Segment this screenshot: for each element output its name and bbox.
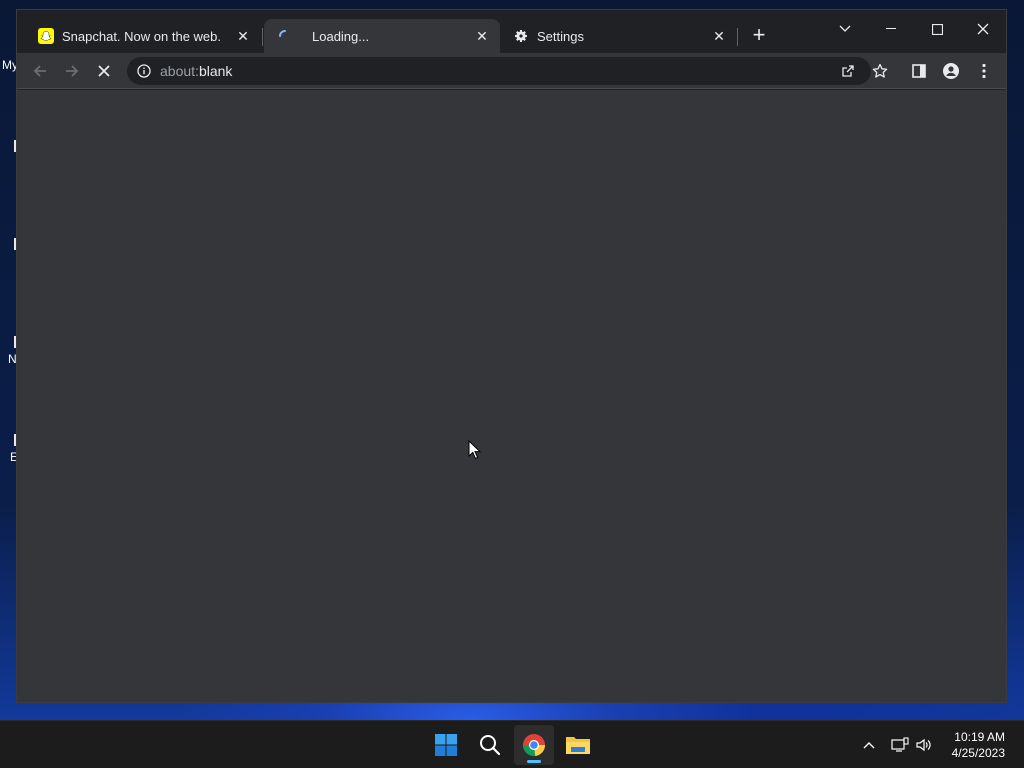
gear-icon xyxy=(513,28,529,44)
toolbar-divider xyxy=(17,88,1006,89)
url-scheme: about: xyxy=(160,63,199,79)
tab-settings[interactable]: Settings ✕ xyxy=(501,19,737,53)
arrow-left-icon xyxy=(33,65,46,77)
loading-spinner-icon xyxy=(277,28,293,44)
chrome-icon xyxy=(523,734,546,757)
start-button[interactable] xyxy=(426,725,466,765)
chrome-taskbar-button[interactable] xyxy=(514,725,554,765)
tab-title: Loading... xyxy=(312,28,370,44)
minimize-icon xyxy=(886,28,896,29)
address-bar[interactable]: about:blank xyxy=(127,57,888,85)
menu-button[interactable] xyxy=(969,56,999,86)
tab-search-button[interactable] xyxy=(822,14,868,44)
taskbar: 10:19 AM 4/25/2023 xyxy=(0,720,1024,768)
url-text[interactable]: about:blank xyxy=(160,63,232,79)
desktop-icon-label[interactable]: My xyxy=(2,58,18,72)
snapchat-icon xyxy=(38,28,54,44)
url-path: blank xyxy=(198,63,233,79)
network-icon[interactable] xyxy=(890,735,910,755)
browser-window: Snapchat. Now on the web. ✕ Loading... ✕… xyxy=(17,10,1006,702)
plus-icon: + xyxy=(752,22,766,47)
file-explorer-button[interactable] xyxy=(558,725,598,765)
clock-date: 4/25/2023 xyxy=(951,746,1005,760)
close-tab-icon[interactable]: ✕ xyxy=(711,28,727,44)
tab-loading[interactable]: Loading... ✕ xyxy=(264,19,500,53)
side-panel-icon xyxy=(912,64,926,78)
tab-strip: Snapchat. Now on the web. ✕ Loading... ✕… xyxy=(17,10,1006,53)
tab-separator xyxy=(262,28,263,46)
close-window-button[interactable] xyxy=(960,14,1006,44)
stop-loading-button[interactable] xyxy=(89,56,119,86)
arrow-right-icon xyxy=(66,65,79,77)
bookmark-star-icon[interactable] xyxy=(872,63,888,79)
side-panel-button[interactable] xyxy=(904,56,934,86)
tab-title: Snapchat. Now on the web. xyxy=(62,28,221,44)
avatar-icon xyxy=(943,63,959,79)
clock-time: 10:19 AM xyxy=(954,730,1005,744)
tab-title: Settings xyxy=(537,28,584,44)
chevron-up-icon xyxy=(863,742,875,749)
file-explorer-icon xyxy=(566,737,590,754)
show-hidden-icons-button[interactable] xyxy=(859,735,879,755)
active-indicator xyxy=(527,760,541,763)
kebab-menu-icon xyxy=(982,63,986,79)
maximize-button[interactable] xyxy=(914,14,960,44)
search-button[interactable] xyxy=(470,725,510,765)
new-tab-button[interactable]: + xyxy=(744,20,774,50)
desktop-icon-label[interactable]: N xyxy=(8,352,17,366)
tab-snapchat[interactable]: Snapchat. Now on the web. ✕ xyxy=(25,19,261,53)
share-icon[interactable] xyxy=(840,63,856,79)
volume-icon[interactable] xyxy=(914,735,934,755)
close-icon xyxy=(977,23,989,35)
info-icon[interactable] xyxy=(136,63,152,79)
search-icon xyxy=(480,735,501,756)
minimize-button[interactable] xyxy=(868,14,914,44)
mouse-cursor-icon xyxy=(468,440,482,460)
close-tab-icon[interactable]: ✕ xyxy=(235,28,251,44)
chevron-down-icon xyxy=(839,25,851,32)
close-tab-icon[interactable]: ✕ xyxy=(474,28,490,44)
start-icon xyxy=(435,734,457,756)
maximize-icon xyxy=(931,23,943,35)
stop-icon xyxy=(98,65,110,77)
page-content[interactable] xyxy=(17,90,1006,702)
forward-button[interactable] xyxy=(57,56,87,86)
back-button[interactable] xyxy=(25,56,55,86)
system-clock[interactable]: 10:19 AM 4/25/2023 xyxy=(952,729,1005,761)
browser-toolbar: about:blank xyxy=(17,53,1006,89)
tab-separator xyxy=(737,28,738,46)
profile-button[interactable] xyxy=(936,56,966,86)
